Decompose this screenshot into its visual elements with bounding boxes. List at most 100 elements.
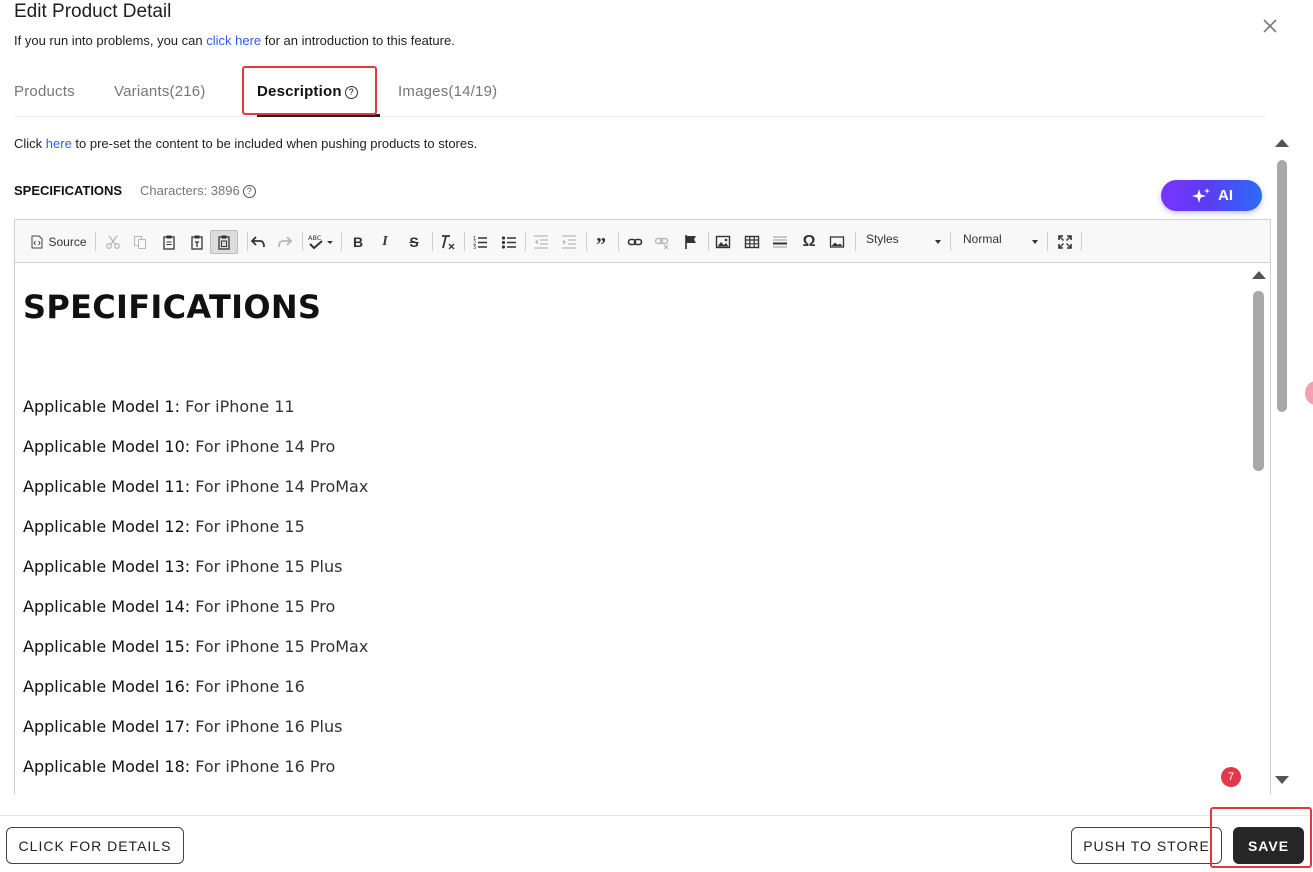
tab-description-label: Description	[257, 83, 342, 100]
italic-button[interactable]: I	[375, 232, 395, 252]
spec-value: For iPhone 16 Pro	[190, 757, 336, 776]
chevron-down-icon	[1032, 240, 1038, 244]
dialog-subtitle: If you run into problems, you can click …	[14, 33, 455, 48]
undo-icon	[250, 236, 265, 248]
increase-indent-button[interactable]	[559, 232, 579, 252]
bold-icon: B	[352, 234, 364, 250]
spec-key: Applicable Model 11:	[23, 477, 191, 496]
question-circle-icon[interactable]: ?	[344, 86, 358, 99]
maximize-icon	[1058, 235, 1072, 249]
svg-text:3: 3	[473, 245, 476, 250]
tab-variants[interactable]: Variants(216)	[114, 83, 206, 100]
toolbar-separator	[525, 232, 526, 251]
bulleted-list-icon	[501, 236, 516, 249]
spec-key: Applicable Model 14:	[23, 597, 191, 616]
page-scrollbar-thumb[interactable]	[1277, 160, 1287, 412]
unlink-icon	[654, 237, 669, 250]
spec-line: Applicable Model 1: For iPhone 11	[23, 397, 295, 416]
spec-key: Applicable Model 1:	[23, 397, 180, 416]
spec-key: Applicable Model 15:	[23, 637, 191, 656]
paste-text-button[interactable]	[187, 232, 207, 252]
click-for-details-button[interactable]: CLICK FOR DETAILS	[6, 827, 184, 864]
tab-images[interactable]: Images(14/19)	[398, 83, 497, 100]
cut-button[interactable]	[103, 232, 123, 252]
spec-value: For iPhone 15 ProMax	[190, 637, 369, 656]
undo-button[interactable]	[248, 232, 268, 252]
bold-button[interactable]: B	[348, 232, 368, 252]
horizontal-line-icon	[773, 236, 787, 248]
floating-helper-dot[interactable]	[1305, 381, 1313, 405]
spec-line: Applicable Model 15: For iPhone 15 ProMa…	[23, 637, 368, 656]
spellcheck-button[interactable]: ABC	[307, 232, 335, 252]
spec-line: Applicable Model 14: For iPhone 15 Pro	[23, 597, 335, 616]
hint-text-after: to pre-set the content to be included wh…	[71, 136, 478, 151]
numbered-list-button[interactable]: 123	[470, 232, 490, 252]
image-icon	[715, 235, 731, 249]
quote-icon: ”	[596, 233, 606, 256]
redo-icon	[278, 236, 293, 248]
spec-line: Applicable Model 17: For iPhone 16 Plus	[23, 717, 342, 736]
toolbar-separator	[341, 232, 342, 251]
spec-key: Applicable Model 10:	[23, 437, 191, 456]
styles-dropdown[interactable]: Styles	[866, 232, 946, 252]
push-to-store-button[interactable]: PUSH TO STORE	[1071, 827, 1222, 864]
editor-toolbar: Source ABC B I S 1 2 3 ” Ω Styles Normal	[15, 220, 1270, 263]
save-button[interactable]: SAVE	[1233, 827, 1304, 864]
horizontal-line-button[interactable]	[770, 232, 790, 252]
rich-text-editor: Source ABC B I S 1 2 3 ” Ω Styles Normal…	[14, 219, 1271, 795]
copy-icon	[134, 236, 146, 249]
ai-button-label: AI	[1218, 187, 1233, 204]
spec-key: Applicable Model 12:	[23, 517, 191, 536]
spec-key: Applicable Model 18:	[23, 757, 191, 776]
spec-key: Applicable Model 13:	[23, 557, 191, 576]
editor-scrollbar-thumb[interactable]	[1253, 291, 1264, 471]
editor-scroll-up-arrow[interactable]	[1252, 271, 1266, 279]
active-tab-indicator	[257, 114, 380, 117]
format-dropdown[interactable]: Normal	[963, 232, 1043, 252]
format-dropdown-label: Normal	[963, 232, 1002, 246]
editor-content[interactable]: SPECIFICATIONS Applicable Model 1: For i…	[15, 264, 1270, 796]
scroll-up-arrow[interactable]	[1275, 139, 1289, 147]
spec-value: For iPhone 15 Pro	[190, 597, 336, 616]
source-label: Source	[48, 235, 87, 249]
spec-value: For iPhone 15 Plus	[190, 557, 343, 576]
bulleted-list-button[interactable]	[499, 232, 519, 252]
italic-icon: I	[382, 234, 388, 249]
content-heading: SPECIFICATIONS	[23, 288, 322, 326]
special-char-button[interactable]: Ω	[799, 232, 819, 252]
scissors-icon	[106, 235, 120, 249]
redo-button[interactable]	[275, 232, 295, 252]
remove-format-icon	[442, 235, 455, 250]
copy-button[interactable]	[130, 232, 150, 252]
decrease-indent-button[interactable]	[531, 232, 551, 252]
character-count-text: Characters: 3896	[140, 183, 240, 198]
preset-hint: Click here to pre-set the content to be …	[14, 136, 477, 151]
chevron-down-icon	[935, 240, 941, 244]
toolbar-separator	[618, 232, 619, 251]
intro-link[interactable]: click here	[206, 33, 261, 48]
insert-media-button[interactable]	[827, 232, 847, 252]
paste-button[interactable]	[159, 232, 179, 252]
maximize-button[interactable]	[1055, 232, 1075, 252]
close-button[interactable]	[1259, 15, 1281, 37]
image-button[interactable]	[713, 232, 733, 252]
blockquote-button[interactable]: ”	[591, 232, 611, 256]
source-icon	[31, 235, 43, 249]
link-button[interactable]	[625, 232, 645, 252]
ai-button[interactable]: AI	[1161, 180, 1262, 211]
spec-key: Applicable Model 17:	[23, 717, 191, 736]
question-circle-icon[interactable]: ?	[242, 185, 256, 198]
toolbar-separator	[1081, 232, 1082, 251]
preset-link[interactable]: here	[46, 136, 72, 151]
tab-description[interactable]: Description?	[257, 83, 358, 100]
unlink-button[interactable]	[652, 232, 672, 252]
strikethrough-button[interactable]: S	[404, 232, 424, 252]
remove-format-button[interactable]	[437, 232, 457, 252]
toolbar-separator	[950, 232, 951, 251]
table-button[interactable]	[742, 232, 762, 252]
anchor-button[interactable]	[681, 232, 701, 252]
tab-products[interactable]: Products	[14, 83, 75, 100]
paste-from-word-button[interactable]	[210, 230, 238, 254]
source-button[interactable]: Source	[29, 232, 89, 252]
scroll-down-arrow[interactable]	[1275, 776, 1289, 784]
